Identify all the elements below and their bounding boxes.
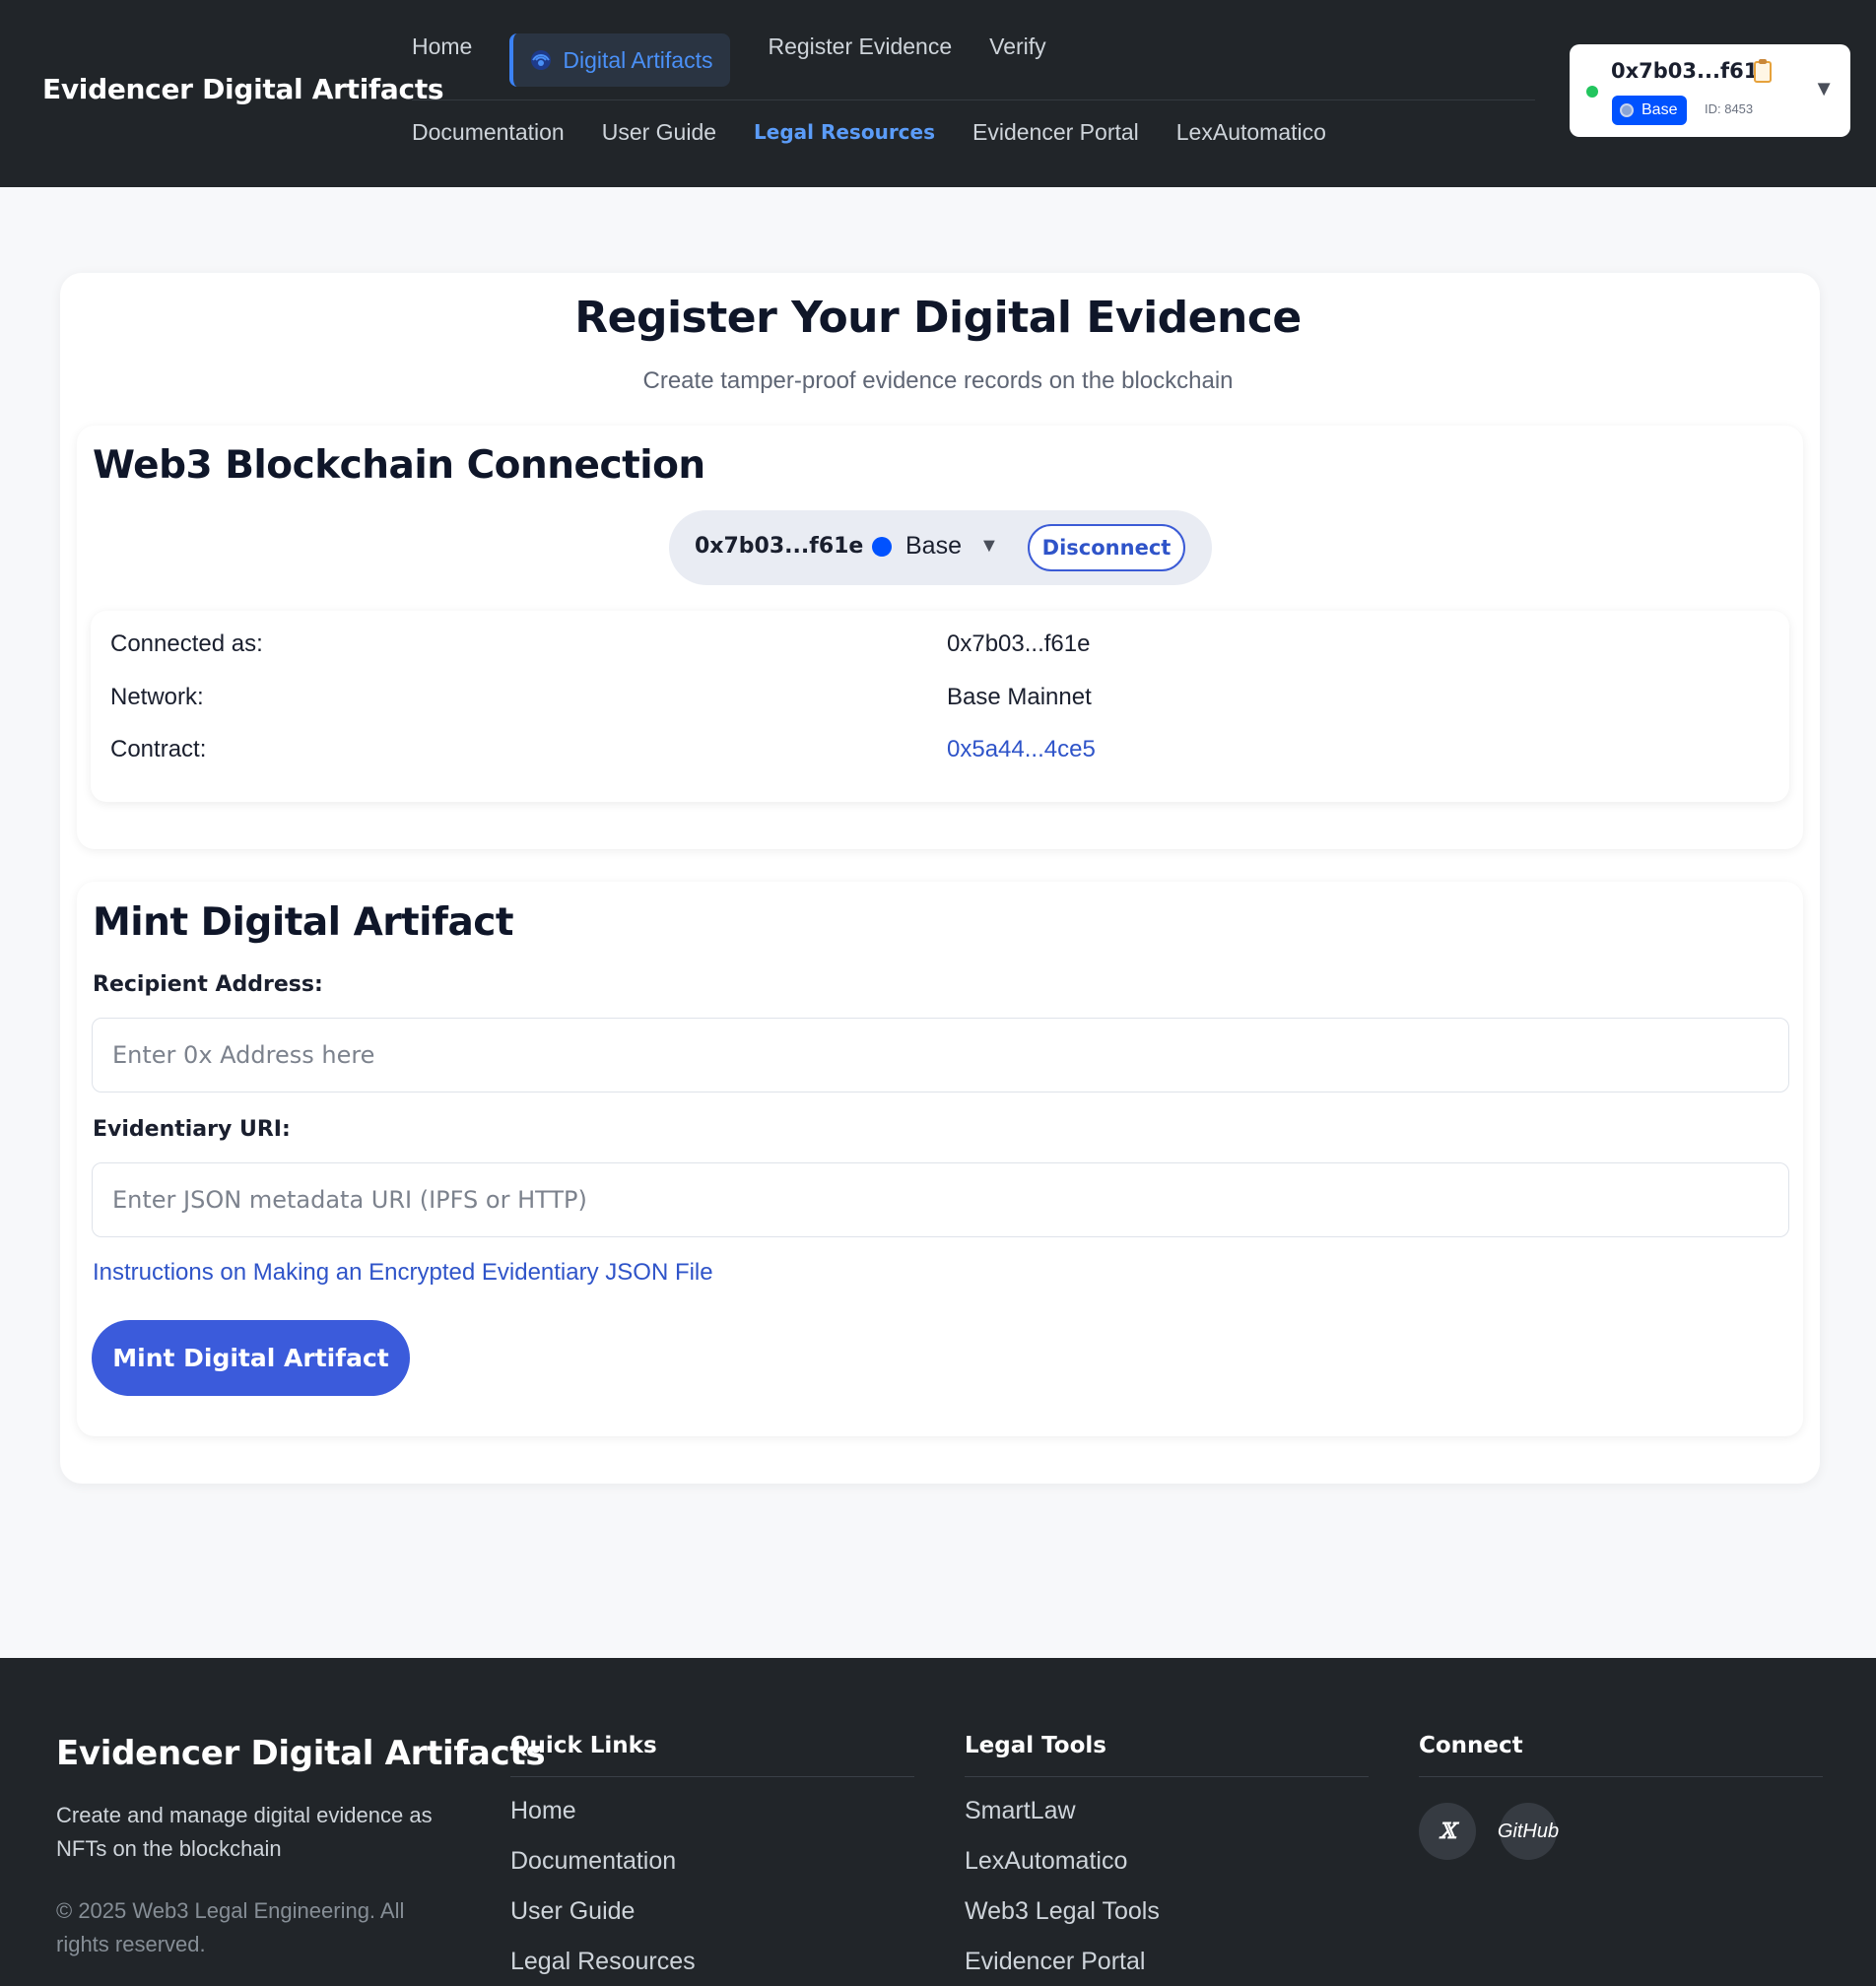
footer-connect: Connect 𝕏 GitHub [1419, 1733, 1823, 1860]
connected-label: Connected as: [110, 630, 263, 657]
mint-title: Mint Digital Artifact [93, 900, 514, 945]
brand-title[interactable]: Evidencer Digital Artifacts [42, 73, 444, 105]
connection-pill: 0x7b03...f61e Base ▼ Disconnect [669, 510, 1212, 585]
nav-divider [412, 99, 1535, 100]
x-twitter-icon[interactable]: 𝕏 [1419, 1803, 1476, 1860]
wallet-address: 0x7b03...f61e [1611, 59, 1773, 83]
contract-address-link[interactable]: 0x5a44...4ce5 [947, 736, 1096, 763]
wallet-dropdown[interactable]: 0x7b03...f61e Base ID: 8453 ▼ [1570, 44, 1850, 137]
footer-link-user-guide[interactable]: User Guide [510, 1897, 914, 1948]
footer: Evidencer Digital Artifacts Create and m… [0, 1658, 1876, 1986]
nav-legal-resources[interactable]: Legal Resources [754, 120, 935, 144]
quick-links-title: Quick Links [510, 1733, 914, 1777]
nav-digital-artifacts[interactable]: Digital Artifacts [509, 33, 731, 87]
uri-label: Evidentiary URI: [93, 1117, 291, 1142]
evidentiary-uri-input[interactable] [92, 1162, 1789, 1237]
nav-user-guide[interactable]: User Guide [602, 119, 716, 146]
nav-documentation[interactable]: Documentation [412, 119, 565, 146]
nav-evidencer-portal[interactable]: Evidencer Portal [972, 119, 1139, 146]
footer-description: Create and manage digital evidence as NF… [56, 1803, 433, 1861]
chain-id: ID: 8453 [1705, 101, 1754, 116]
network-badge: Base [1612, 96, 1688, 125]
nav-verify[interactable]: Verify [989, 33, 1046, 60]
network-selector[interactable]: Base ▼ [872, 532, 999, 561]
legal-tools-title: Legal Tools [965, 1733, 1369, 1777]
footer-brand: Evidencer Digital Artifacts [56, 1734, 546, 1773]
social-links: 𝕏 GitHub [1419, 1803, 1823, 1860]
nav-home[interactable]: Home [412, 33, 472, 60]
network-label: Network: [110, 684, 204, 710]
footer-legal-tools: Legal Tools SmartLaw LexAutomatico Web3 … [965, 1733, 1369, 1986]
recipient-address-input[interactable] [92, 1018, 1789, 1092]
connection-info-card: Connected as: 0x7b03...f61e Network: Bas… [91, 611, 1789, 802]
network-badge-label: Base [1642, 101, 1678, 118]
base-network-icon [1620, 103, 1634, 117]
page-subtitle: Create tamper-proof evidence records on … [642, 367, 1234, 394]
footer-link-legal-resources[interactable]: Legal Resources [510, 1948, 914, 1986]
nav-lexautomatico[interactable]: LexAutomatico [1176, 119, 1326, 146]
mint-section: Mint Digital Artifact Recipient Address:… [77, 882, 1803, 1436]
footer-link-smartlaw[interactable]: SmartLaw [965, 1797, 1369, 1847]
nav-digital-artifacts-label: Digital Artifacts [563, 46, 713, 73]
mint-button[interactable]: Mint Digital Artifact [92, 1320, 410, 1396]
network-selector-label: Base [905, 532, 962, 560]
page-title: Register Your Digital Evidence [574, 293, 1302, 343]
contract-label: Contract: [110, 736, 207, 762]
footer-link-web3-legal-tools[interactable]: Web3 Legal Tools [965, 1897, 1369, 1948]
footer-link-evidencer-portal[interactable]: Evidencer Portal [965, 1948, 1369, 1986]
footer-link-home[interactable]: Home [510, 1797, 914, 1847]
pill-wallet-address: 0x7b03...f61e [695, 534, 864, 559]
network-value: Base Mainnet [947, 684, 1092, 710]
footer-link-lexautomatico[interactable]: LexAutomatico [965, 1847, 1369, 1897]
connected-value: 0x7b03...f61e [947, 630, 1091, 657]
connection-status-dot [1586, 86, 1598, 98]
github-icon[interactable]: GitHub [1498, 1803, 1559, 1860]
network-dot-icon [872, 536, 892, 557]
chevron-down-icon: ▼ [978, 535, 999, 557]
connection-title: Web3 Blockchain Connection [93, 443, 705, 488]
recipient-label: Recipient Address: [93, 972, 323, 997]
eye-icon [531, 50, 552, 70]
instructions-link[interactable]: Instructions on Making an Encrypted Evid… [93, 1259, 713, 1287]
footer-quick-links: Quick Links Home Documentation User Guid… [510, 1733, 914, 1986]
connection-section: Web3 Blockchain Connection 0x7b03...f61e… [77, 426, 1803, 849]
chevron-down-icon[interactable]: ▼ [1813, 76, 1835, 101]
footer-link-documentation[interactable]: Documentation [510, 1847, 914, 1897]
footer-copyright: © 2025 Web3 Legal Engineering. All right… [56, 1898, 405, 1956]
nav-register-evidence[interactable]: Register Evidence [768, 33, 952, 60]
disconnect-button[interactable]: Disconnect [1028, 524, 1185, 571]
connect-title: Connect [1419, 1733, 1823, 1777]
copy-icon[interactable] [1754, 59, 1772, 83]
primary-nav: Home Digital Artifacts Register Evidence… [412, 32, 1535, 89]
secondary-nav: Documentation User Guide Legal Resources… [412, 110, 1364, 154]
top-navbar: Evidencer Digital Artifacts Home Digital… [0, 0, 1876, 187]
